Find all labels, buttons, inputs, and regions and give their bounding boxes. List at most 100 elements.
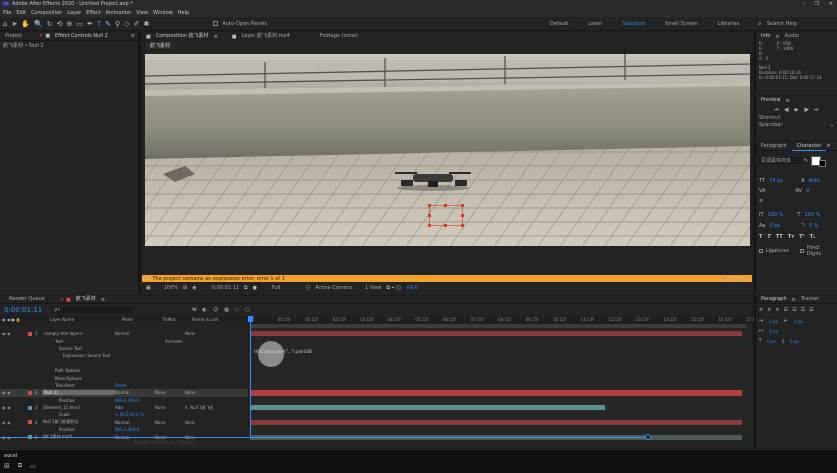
- ligatures-checkbox[interactable]: [759, 249, 763, 253]
- region-of-interest-icon[interactable]: ▢: [305, 285, 310, 291]
- panel-menu-icon[interactable]: ≡: [101, 297, 105, 303]
- graph-editor-icon[interactable]: ▢: [245, 307, 250, 313]
- superscript-icon[interactable]: T¹: [799, 234, 805, 240]
- layer-color-label[interactable]: [28, 383, 32, 387]
- layer-name[interactable]: [Element_11.mov]: [43, 405, 115, 410]
- tab-info[interactable]: Info: [756, 32, 775, 41]
- snapshot-icon[interactable]: ◉: [192, 285, 196, 291]
- workspace-small-screen[interactable]: Small Screen: [665, 21, 698, 27]
- menu-composition[interactable]: Composition: [31, 10, 62, 16]
- layer-color-label[interactable]: [28, 354, 32, 358]
- layer-color-label[interactable]: [28, 331, 32, 336]
- panel-menu-icon[interactable]: ≡: [785, 98, 789, 104]
- motion-blur-icon[interactable]: ◌: [235, 307, 239, 313]
- workspace-libraries[interactable]: Libraries: [718, 21, 740, 27]
- auto-open-panels-label[interactable]: Auto-Open Panels: [222, 21, 267, 27]
- all-caps-icon[interactable]: TT: [776, 234, 783, 240]
- chat-icon[interactable]: ▭: [30, 463, 36, 470]
- close-button[interactable]: ✕: [829, 1, 833, 7]
- workspace-learn[interactable]: Learn: [588, 21, 602, 27]
- hindi-digits-checkbox[interactable]: [800, 249, 804, 253]
- search-help-input[interactable]: Search Help: [767, 21, 797, 27]
- workspace-standard[interactable]: Standard: [622, 21, 645, 27]
- layer-name[interactable]: Expression: Source Text: [63, 353, 115, 358]
- tsume-value[interactable]: 0 %: [809, 223, 819, 229]
- menu-effect[interactable]: Effect: [86, 10, 100, 16]
- font-family-select[interactable]: 思源黑体简体: [759, 157, 801, 164]
- maximize-button[interactable]: ❐: [814, 1, 818, 7]
- snapping-checkbox-icon[interactable]: [213, 21, 219, 26]
- layer-color-label[interactable]: [28, 405, 32, 410]
- windows-icon[interactable]: ⊞: [4, 462, 10, 470]
- layer-name[interactable]: More Options: [55, 376, 115, 381]
- viewer-timecode[interactable]: 0:00:01:11: [212, 285, 239, 291]
- layer-mode[interactable]: Reset: [115, 383, 155, 388]
- camera-select[interactable]: Active Camera: [315, 285, 352, 291]
- layer-duration-bar[interactable]: [250, 405, 605, 411]
- home-icon[interactable]: ⌂: [3, 20, 7, 28]
- camera-tool-icon[interactable]: ⟲: [57, 20, 63, 28]
- layer-mode[interactable]: Normal: [115, 390, 155, 395]
- brush-tool-icon[interactable]: ✎: [105, 20, 111, 28]
- stroke-color-swatch[interactable]: [819, 160, 827, 167]
- layer-switches[interactable]: ◉ ◀: [0, 331, 28, 336]
- roto-brush-tool-icon[interactable]: ✐: [134, 20, 140, 28]
- layer-trkmat[interactable]: None: [155, 405, 185, 410]
- subscript-icon[interactable]: T₁: [810, 234, 816, 240]
- align-right-icon[interactable]: ≡: [775, 307, 779, 313]
- layer-trkmat[interactable]: None: [155, 420, 185, 425]
- always-preview-icon[interactable]: ▣: [146, 285, 151, 291]
- col-mode[interactable]: Mode: [122, 317, 162, 322]
- time-ruler[interactable]: 0f00:15f01:15f02:15f03:15f04:15f05:15f06…: [250, 316, 759, 324]
- rectangle-tool-icon[interactable]: ▭: [76, 20, 83, 28]
- justify-last-right-icon[interactable]: ☰: [801, 307, 805, 313]
- indent-right-icon[interactable]: ⇤: [784, 318, 788, 324]
- align-center-icon[interactable]: ≡: [767, 307, 771, 313]
- tab-paragraph[interactable]: Paragraph: [756, 295, 792, 304]
- layer-color-label[interactable]: [28, 420, 32, 425]
- layer-name[interactable]: Null 1航飞机跟踪点: [43, 419, 115, 425]
- prev-frame-icon[interactable]: ◀|: [784, 107, 790, 113]
- menu-animation[interactable]: Animation: [106, 10, 132, 16]
- layer-color-label[interactable]: [28, 369, 32, 373]
- layer-row[interactable]: ◉ ◀ 2 [Null 2] Normal None None: [0, 389, 248, 397]
- layer-row[interactable]: ◉ ◀ 1 <empty text layer> Normal None: [0, 330, 248, 337]
- shy-icon[interactable]: ☺: [213, 307, 218, 313]
- align-left-icon[interactable]: ≡: [759, 307, 763, 313]
- zoom-tool-icon[interactable]: 🔍: [34, 20, 43, 28]
- layer-search-input[interactable]: ρ•: [52, 307, 133, 313]
- tab-paragraph-top[interactable]: Paragraph: [756, 142, 792, 151]
- playhead-handle[interactable]: [248, 316, 253, 322]
- eraser-tool-icon[interactable]: ◇: [124, 20, 129, 28]
- justify-last-left-icon[interactable]: ☰: [784, 307, 788, 313]
- layer-duration-bar[interactable]: [250, 331, 742, 337]
- menu-file[interactable]: File: [3, 10, 11, 16]
- tab-character[interactable]: Character: [791, 142, 827, 151]
- tracking-value[interactable]: 0: [806, 188, 809, 194]
- pan-behind-tool-icon[interactable]: ⊕: [67, 20, 73, 28]
- leading-value[interactable]: Auto: [809, 178, 821, 184]
- property-row[interactable]: Scale ∞ 45.0,45.0 %: [0, 411, 248, 418]
- layer-color-label[interactable]: [28, 361, 32, 365]
- camera-icon[interactable]: ⧉: [244, 285, 248, 291]
- layer-color-label[interactable]: [28, 376, 32, 380]
- tab-render-queue[interactable]: Render Queue: [4, 295, 50, 304]
- panel-menu-icon[interactable]: ≡: [131, 33, 138, 39]
- menu-edit[interactable]: Edit: [16, 10, 26, 16]
- expression-error-bar[interactable]: ⚠ The project contains an expression err…: [142, 275, 752, 282]
- property-row[interactable]: More Options: [0, 374, 248, 381]
- chevron-down-icon[interactable]: ⌄: [830, 122, 834, 128]
- space-before-icon[interactable]: ⤒: [759, 338, 761, 344]
- col-parent[interactable]: Parent & Link: [192, 317, 219, 322]
- font-size-value[interactable]: 74 px: [769, 178, 783, 184]
- animate-menu[interactable]: Animate:: [165, 339, 183, 344]
- faux-bold-icon[interactable]: T: [759, 234, 762, 240]
- panel-menu-icon[interactable]: ≡: [826, 143, 830, 149]
- layer-name[interactable]: Transform: [55, 383, 115, 388]
- property-row[interactable]: Source Text: [0, 345, 248, 352]
- panel-menu-icon[interactable]: ≡: [214, 34, 218, 40]
- layer-parent[interactable]: None: [185, 331, 195, 336]
- property-row[interactable]: Expression: Source Text: [0, 352, 248, 359]
- col-layer-name[interactable]: Layer Name: [50, 317, 122, 322]
- first-frame-icon[interactable]: ⏮: [775, 107, 780, 113]
